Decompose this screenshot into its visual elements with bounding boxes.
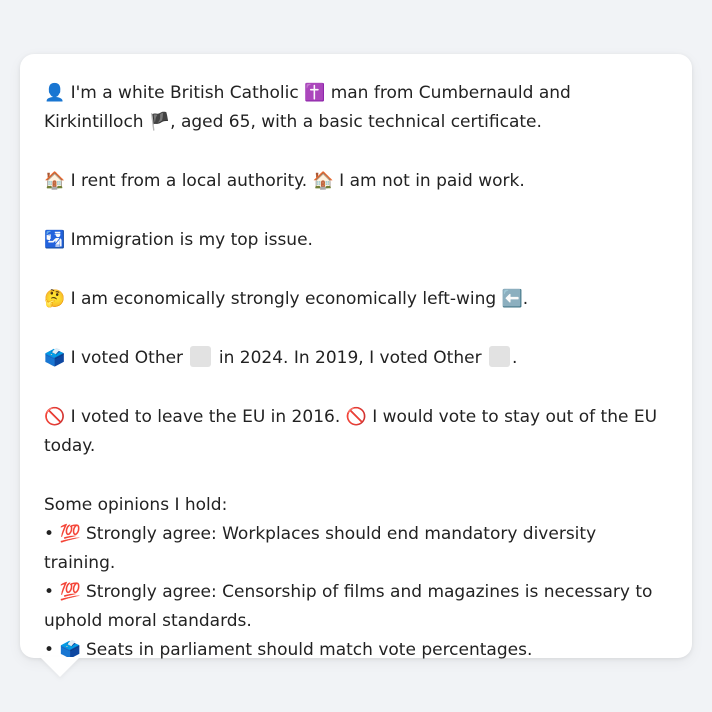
hundred-points-icon: 💯 xyxy=(59,524,81,544)
speech-bubble-tail xyxy=(40,657,80,677)
votes-paragraph: 🗳️ I voted Other in 2024. In 2019, I vot… xyxy=(44,344,668,373)
top-issue-text: Immigration is my top issue. xyxy=(70,230,313,250)
economics-text: I am economically strongly economically … xyxy=(70,289,497,309)
identity-paragraph: 👤 I'm a white British Catholic ✝️ man fr… xyxy=(44,79,668,137)
bullet: • xyxy=(44,582,55,602)
opinion-item: • 💯 Strongly agree: Workplaces should en… xyxy=(44,520,668,578)
party-color-swatch-2019 xyxy=(488,346,510,367)
opinion-text: Seats in parliament should match vote pe… xyxy=(86,640,533,660)
party-color-swatch-2024 xyxy=(190,346,212,367)
eu-paragraph: 🚫 I voted to leave the EU in 2016. 🚫 I w… xyxy=(44,403,668,461)
issue-paragraph: 🛂 Immigration is my top issue. xyxy=(44,226,668,255)
vote-suffix: . xyxy=(511,348,518,368)
latin-cross-icon: ✝️ xyxy=(304,83,326,103)
housing-text: I rent from a local authority. xyxy=(70,171,308,191)
left-arrow-icon: ⬅️ xyxy=(501,289,523,309)
vote-text-a: I voted Other xyxy=(70,348,184,368)
thinking-face-icon: 🤔 xyxy=(44,289,66,309)
bullet: • xyxy=(44,524,55,544)
ballot-box-icon: 🗳️ xyxy=(44,348,66,368)
hundred-points-icon: 💯 xyxy=(59,582,81,602)
identity-text-c: , aged 65, with a basic technical certif… xyxy=(170,112,542,132)
prohibited-icon: 🚫 xyxy=(44,407,66,427)
vote-text-b: in 2024. In 2019, I voted Other xyxy=(218,348,482,368)
house-icon: 🏠 xyxy=(44,171,66,191)
identity-text-a: I'm a white British Catholic xyxy=(70,83,299,103)
scotland-flag-icon: 🏴 xyxy=(148,112,171,132)
prohibited-icon: 🚫 xyxy=(345,407,367,427)
opinion-text: Strongly agree: Workplaces should end ma… xyxy=(44,524,597,573)
passport-control-icon: 🛂 xyxy=(44,230,66,250)
opinion-text: Strongly agree: Censorship of films and … xyxy=(44,582,653,631)
economics-paragraph: 🤔 I am economically strongly economicall… xyxy=(44,285,668,314)
employment-text: I am not in paid work. xyxy=(339,171,525,191)
opinions-section: Some opinions I hold: • 💯 Strongly agree… xyxy=(44,491,668,665)
person-silhouette-icon: 👤 xyxy=(44,83,66,103)
opinion-item: • 🗳️ Seats in parliament should match vo… xyxy=(44,636,668,665)
eu-2016-text: I voted to leave the EU in 2016. xyxy=(70,407,341,427)
opinions-title: Some opinions I hold: xyxy=(44,495,228,515)
housing-paragraph: 🏠 I rent from a local authority. 🏠 I am … xyxy=(44,167,668,196)
house-icon: 🏠 xyxy=(312,171,334,191)
opinion-item: • 💯 Strongly agree: Censorship of films … xyxy=(44,578,668,636)
persona-card: 👤 I'm a white British Catholic ✝️ man fr… xyxy=(20,54,692,660)
economics-suffix: . xyxy=(522,289,529,309)
